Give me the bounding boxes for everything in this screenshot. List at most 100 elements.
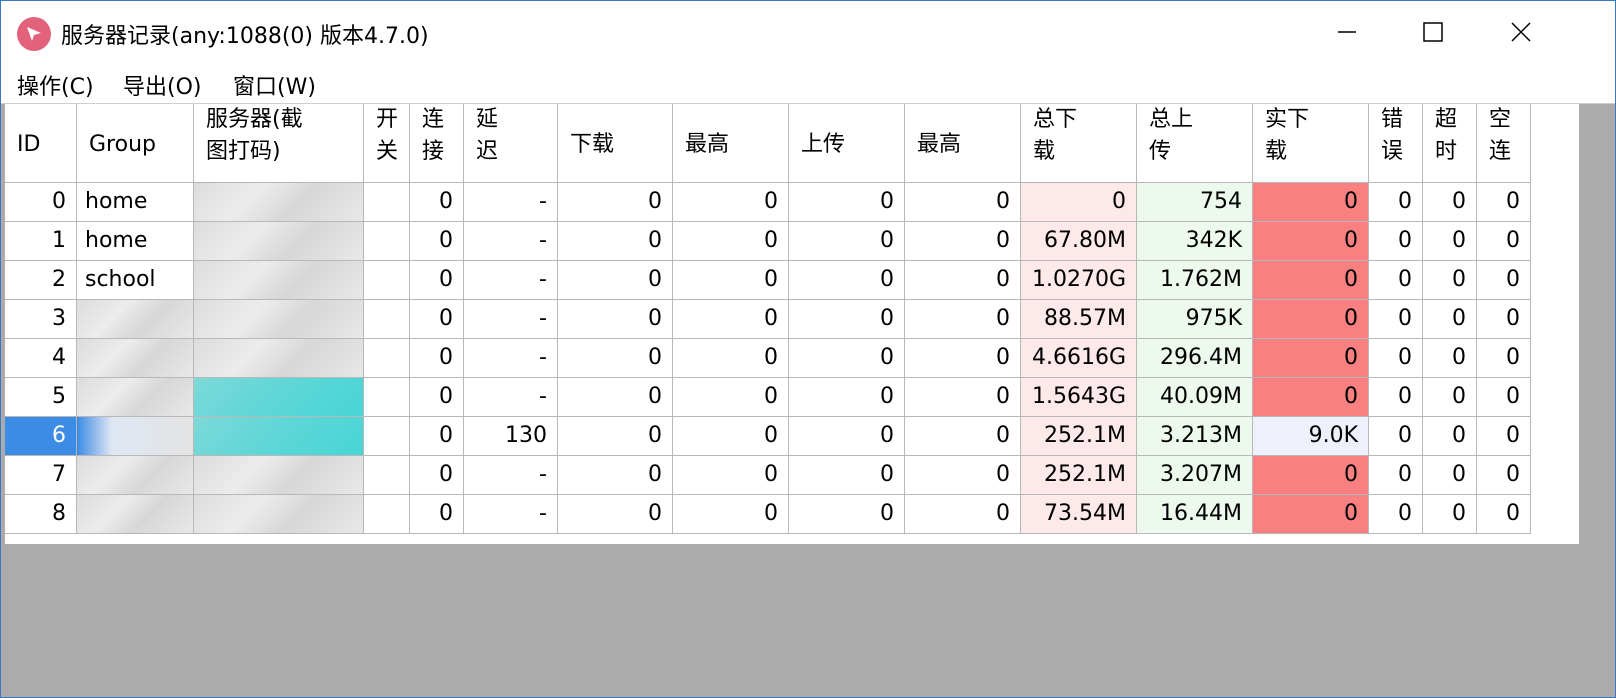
cell-switch[interactable] (364, 456, 410, 495)
cell-group[interactable]: home (77, 183, 194, 222)
cell-upload[interactable]: 0 (789, 339, 905, 378)
cell-total-upload[interactable]: 754 (1137, 183, 1253, 222)
cell-connect[interactable]: 0 (410, 222, 464, 261)
cell-download[interactable]: 0 (558, 183, 673, 222)
cell-timeout[interactable]: 0 (1423, 456, 1477, 495)
cell-download-max[interactable]: 0 (673, 456, 789, 495)
cell-group[interactable] (77, 456, 194, 495)
cell-idle[interactable]: 0 (1477, 495, 1531, 534)
column-header-real-download[interactable]: 实下载 (1253, 104, 1369, 183)
cell-download[interactable]: 0 (558, 261, 673, 300)
cell-timeout[interactable]: 0 (1423, 261, 1477, 300)
cell-error[interactable]: 0 (1369, 183, 1423, 222)
cell-switch[interactable] (364, 417, 410, 456)
cell-server-redacted[interactable] (194, 222, 364, 261)
cell-idle[interactable]: 0 (1477, 261, 1531, 300)
cell-idle[interactable]: 0 (1477, 417, 1531, 456)
cell-server-redacted[interactable] (194, 183, 364, 222)
column-header-idle[interactable]: 空连 (1477, 104, 1531, 183)
cell-download[interactable]: 0 (558, 417, 673, 456)
cell-error[interactable]: 0 (1369, 417, 1423, 456)
cell-download-max[interactable]: 0 (673, 261, 789, 300)
cell-total-download[interactable]: 252.1M (1021, 456, 1137, 495)
cell-latency[interactable]: - (464, 261, 558, 300)
cell-upload-max[interactable]: 0 (905, 378, 1021, 417)
cell-download[interactable]: 0 (558, 456, 673, 495)
cell-real-download[interactable]: 0 (1253, 495, 1369, 534)
cell-real-download[interactable]: 0 (1253, 300, 1369, 339)
cell-switch[interactable] (364, 222, 410, 261)
cell-group[interactable] (77, 495, 194, 534)
cell-timeout[interactable]: 0 (1423, 417, 1477, 456)
cell-idle[interactable]: 0 (1477, 300, 1531, 339)
cell-upload-max[interactable]: 0 (905, 456, 1021, 495)
cell-timeout[interactable]: 0 (1423, 378, 1477, 417)
cell-download[interactable]: 0 (558, 222, 673, 261)
cell-error[interactable]: 0 (1369, 456, 1423, 495)
cell-download[interactable]: 0 (558, 495, 673, 534)
cell-id[interactable]: 4 (5, 339, 77, 378)
cell-total-download[interactable]: 1.5643G (1021, 378, 1137, 417)
title-bar[interactable]: 服务器记录(any:1088(0) 版本4.7.0) (1, 1, 1615, 63)
cell-total-upload[interactable]: 975K (1137, 300, 1253, 339)
cell-id[interactable]: 0 (5, 183, 77, 222)
cell-upload-max[interactable]: 0 (905, 261, 1021, 300)
cell-latency[interactable]: 130 (464, 417, 558, 456)
menu-export[interactable]: 导出(O) (123, 69, 201, 101)
cell-total-upload[interactable]: 296.4M (1137, 339, 1253, 378)
cell-real-download[interactable]: 0 (1253, 339, 1369, 378)
minimize-button[interactable] (1301, 1, 1393, 63)
cell-timeout[interactable]: 0 (1423, 183, 1477, 222)
cell-upload[interactable]: 0 (789, 261, 905, 300)
cell-total-upload[interactable]: 3.213M (1137, 417, 1253, 456)
cell-download-max[interactable]: 0 (673, 222, 789, 261)
column-header-download[interactable]: 下载 (558, 104, 673, 183)
cell-latency[interactable]: - (464, 456, 558, 495)
column-header-latency[interactable]: 延迟 (464, 104, 558, 183)
cell-latency[interactable]: - (464, 378, 558, 417)
cell-timeout[interactable]: 0 (1423, 300, 1477, 339)
column-header-upload-max[interactable]: 最高 (905, 104, 1021, 183)
cell-download-max[interactable]: 0 (673, 417, 789, 456)
cell-latency[interactable]: - (464, 222, 558, 261)
column-header-connect[interactable]: 连接 (410, 104, 464, 183)
cell-upload[interactable]: 0 (789, 495, 905, 534)
column-header-total-download[interactable]: 总下载 (1021, 104, 1137, 183)
cell-total-download[interactable]: 73.54M (1021, 495, 1137, 534)
cell-latency[interactable]: - (464, 495, 558, 534)
column-header-server[interactable]: 服务器(截 图打码) (194, 104, 364, 183)
cell-upload[interactable]: 0 (789, 417, 905, 456)
cell-upload[interactable]: 0 (789, 222, 905, 261)
cell-switch[interactable] (364, 378, 410, 417)
cell-total-download[interactable]: 0 (1021, 183, 1137, 222)
cell-latency[interactable]: - (464, 339, 558, 378)
cell-download-max[interactable]: 0 (673, 300, 789, 339)
cell-error[interactable]: 0 (1369, 378, 1423, 417)
cell-upload-max[interactable]: 0 (905, 417, 1021, 456)
cell-timeout[interactable]: 0 (1423, 339, 1477, 378)
cell-latency[interactable]: - (464, 183, 558, 222)
cell-latency[interactable]: - (464, 300, 558, 339)
cell-connect[interactable]: 0 (410, 339, 464, 378)
cell-total-upload[interactable]: 1.762M (1137, 261, 1253, 300)
cell-download-max[interactable]: 0 (673, 495, 789, 534)
cell-total-download[interactable]: 67.80M (1021, 222, 1137, 261)
cell-switch[interactable] (364, 495, 410, 534)
cell-timeout[interactable]: 0 (1423, 222, 1477, 261)
cell-upload[interactable]: 0 (789, 456, 905, 495)
cell-group[interactable] (77, 300, 194, 339)
maximize-button[interactable] (1387, 1, 1479, 63)
cell-id[interactable]: 1 (5, 222, 77, 261)
close-button[interactable] (1475, 1, 1567, 63)
cell-error[interactable]: 0 (1369, 300, 1423, 339)
cell-idle[interactable]: 0 (1477, 183, 1531, 222)
cell-server-redacted[interactable] (194, 378, 364, 417)
cell-error[interactable]: 0 (1369, 339, 1423, 378)
menu-window[interactable]: 窗口(W) (233, 69, 316, 101)
cell-server-redacted[interactable] (194, 495, 364, 534)
cell-id[interactable]: 8 (5, 495, 77, 534)
cell-idle[interactable]: 0 (1477, 456, 1531, 495)
cell-real-download[interactable]: 0 (1253, 378, 1369, 417)
cell-real-download[interactable]: 0 (1253, 183, 1369, 222)
column-header-timeout[interactable]: 超时 (1423, 104, 1477, 183)
